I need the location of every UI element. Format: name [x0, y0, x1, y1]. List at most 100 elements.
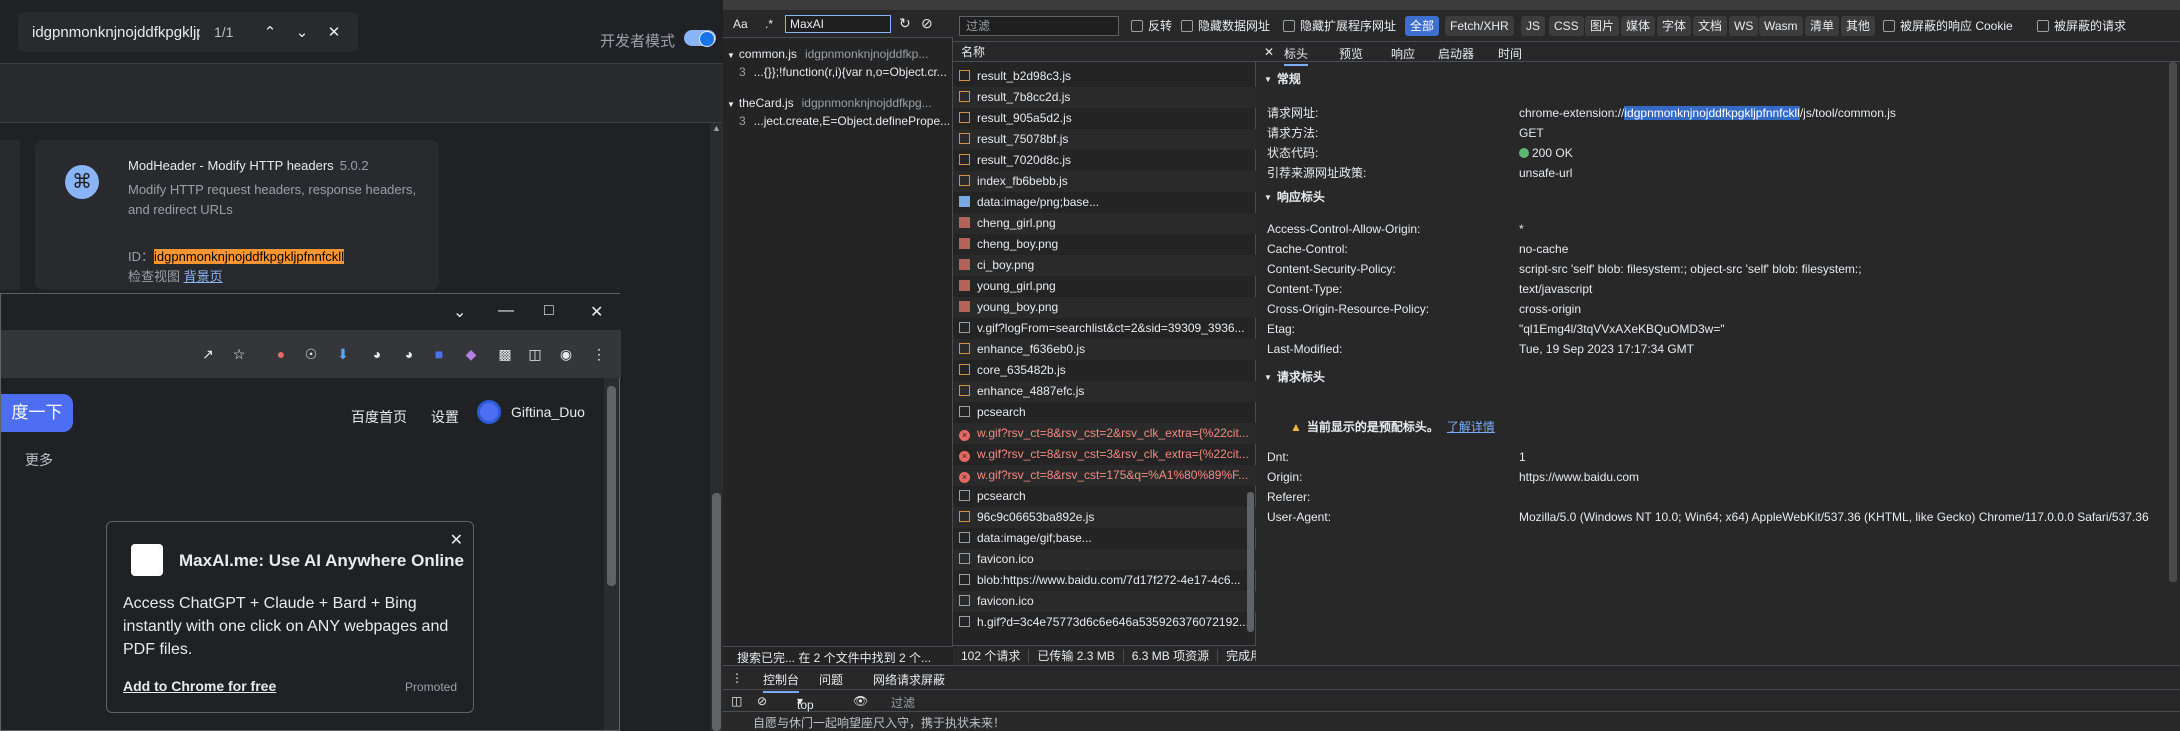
page-scrollbar-right[interactable]: ▲ [710, 123, 723, 731]
profile-icon[interactable]: ◉ [556, 344, 576, 364]
clear-icon[interactable]: ⊘ [921, 15, 933, 32]
request-row[interactable]: young_boy.png [953, 297, 1256, 318]
find-input[interactable]: idgpnmonknjnojddfkpgkljpfnf [32, 24, 200, 41]
tab-request-blocking[interactable]: 网络请求屏蔽 [873, 671, 945, 688]
page-scrollbar[interactable] [604, 378, 619, 730]
request-row[interactable]: favicon.ico [953, 549, 1256, 570]
request-row[interactable]: v.gif?logFrom=searchlist&ct=2&sid=39309_… [953, 318, 1256, 339]
filter-input[interactable]: 过滤 [959, 16, 1119, 36]
request-row[interactable]: core_635482b.js [953, 360, 1256, 381]
blocked-requests-checkbox[interactable]: 被屏蔽的请求 [2037, 17, 2126, 34]
request-row[interactable]: blob:https://www.baidu.com/7d17f272-4e17… [953, 570, 1256, 591]
puzzle-icon[interactable]: ▩ [495, 344, 515, 364]
request-row[interactable]: cheng_boy.png [953, 234, 1256, 255]
tab-response[interactable]: 响应 [1391, 45, 1415, 62]
search-input[interactable]: MaxAI [785, 15, 891, 33]
search-button[interactable]: 度一下 [1, 394, 73, 432]
column-header-name[interactable]: 名称 [953, 42, 1256, 62]
hide-extension-urls-checkbox[interactable]: 隐藏扩展程序网址 [1283, 17, 1396, 34]
type-filter-media[interactable]: 媒体 [1621, 16, 1656, 36]
search-result-file[interactable]: ▼ theCard.js idgpnmonknjnojddfkpg... [723, 96, 953, 110]
invert-checkbox[interactable]: 反转 [1131, 17, 1172, 34]
request-row[interactable]: result_75078bf.js [953, 129, 1256, 150]
eye-icon[interactable]: 👁 [853, 694, 868, 708]
type-filter-ws[interactable]: WS [1729, 16, 1759, 36]
adblock-icon[interactable]: ● [271, 344, 291, 364]
scroll-up-icon[interactable]: ▲ [712, 123, 721, 133]
type-filter-js[interactable]: JS [1521, 16, 1546, 36]
scrollbar-thumb[interactable] [2169, 62, 2177, 582]
request-row[interactable]: favicon.ico [953, 591, 1256, 612]
request-row[interactable]: result_905a5d2.js [953, 108, 1256, 129]
glasses-icon[interactable]: ☉ [301, 344, 321, 364]
type-filter-doc[interactable]: 文档 [1693, 16, 1728, 36]
request-row[interactable]: × w.gif?rsv_ct=8&rsv_cst=3&rsv_clk_extra=… [953, 444, 1256, 465]
tab-issues[interactable]: 问题 [819, 671, 843, 688]
request-row[interactable]: enhance_4887efc.js [953, 381, 1256, 402]
type-filter-all[interactable]: 全部 [1405, 16, 1440, 36]
star-icon[interactable]: ☆ [229, 344, 249, 364]
user-menu[interactable]: Giftina_Duo [477, 400, 585, 424]
menu-icon[interactable]: ⋮ [589, 344, 609, 364]
request-row[interactable]: × w.gif?rsv_ct=8&rsv_cst=2&rsv_clk_extra=… [953, 423, 1256, 444]
hide-data-urls-checkbox[interactable]: 隐藏数据网址 [1181, 17, 1270, 34]
search-result-file[interactable]: ▼ common.js idgpnmonknjnojddfkp... [723, 47, 953, 61]
request-row[interactable]: pcsearch [953, 402, 1256, 423]
extension-c-icon[interactable]: ■ [429, 344, 449, 364]
chevron-down-icon[interactable]: ⌄ [286, 23, 318, 41]
request-row[interactable]: young_girl.png [953, 276, 1256, 297]
type-filter-img[interactable]: 图片 [1585, 16, 1620, 36]
type-filter-manifest[interactable]: 清单 [1805, 16, 1840, 36]
clear-console-icon[interactable]: ⊘ [757, 694, 767, 708]
more-link[interactable]: 更多 [25, 450, 53, 470]
request-row[interactable]: result_7b8cc2d.js [953, 87, 1256, 108]
nav-home-link[interactable]: 百度首页 [351, 409, 407, 425]
request-row[interactable]: result_b2d98c3.js [953, 66, 1256, 87]
scrollbar-thumb[interactable] [712, 493, 721, 731]
request-row[interactable]: 96c9c06653ba892e.js [953, 507, 1256, 528]
detail-scrollbar[interactable] [2167, 62, 2179, 665]
background-page-link[interactable]: 背景页 [184, 269, 223, 284]
general-section-title[interactable]: 常规 [1264, 70, 1301, 87]
request-headers-title[interactable]: 请求标头 [1264, 368, 1325, 385]
request-row[interactable]: h.gif?d=3c4e75773d6c6e646a53592637607219… [953, 612, 1256, 633]
search-result-match[interactable]: 3 ...{}};!function(r,i){var n,o=Object.cr… [723, 65, 953, 79]
add-to-chrome-link[interactable]: Add to Chrome for free [123, 678, 276, 694]
sidebar-icon[interactable]: ◫ [525, 344, 545, 364]
match-case-toggle[interactable]: Aa [733, 17, 748, 31]
nav-settings-link[interactable]: 设置 [431, 409, 459, 425]
search-result-match[interactable]: 3 ...ject.create,E=Object.definePrope... [723, 114, 953, 128]
tab-headers[interactable]: 标头 [1284, 45, 1309, 66]
refresh-icon[interactable]: ↻ [899, 15, 911, 32]
request-row[interactable]: data:image/png;base... [953, 192, 1256, 213]
response-headers-title[interactable]: 响应标头 [1264, 188, 1325, 205]
download-icon[interactable]: ⬇ [333, 344, 353, 364]
scrollbar-thumb[interactable] [1247, 492, 1254, 632]
maximize-icon[interactable]: □ [544, 302, 554, 320]
blocked-cookies-checkbox[interactable]: 被屏蔽的响应 Cookie [1883, 17, 2013, 34]
extension-a-icon[interactable]: ◕ [367, 344, 387, 364]
type-filter-wasm[interactable]: Wasm [1759, 16, 1803, 36]
extension-d-icon[interactable]: ◆ [461, 344, 481, 364]
close-icon[interactable]: ✕ [318, 23, 350, 41]
request-row[interactable]: ci_boy.png [953, 255, 1256, 276]
request-row[interactable]: index_fb6bebb.js [953, 171, 1256, 192]
context-select[interactable]: top ▾ [797, 694, 814, 712]
type-filter-font[interactable]: 字体 [1657, 16, 1692, 36]
close-icon[interactable]: ✕ [450, 530, 463, 550]
request-row[interactable]: data:image/gif;base... [953, 528, 1256, 549]
minimize-icon[interactable]: — [498, 302, 514, 320]
close-window-icon[interactable]: ✕ [590, 302, 603, 322]
tab-preview[interactable]: 预览 [1339, 45, 1363, 62]
request-row[interactable]: × w.gif?rsv_ct=8&rsv_cst=175&q=%A1%80%89%… [953, 465, 1256, 486]
drawer-menu-icon[interactable]: ⋮ [731, 671, 743, 685]
request-row[interactable]: pcsearch [953, 486, 1256, 507]
close-icon[interactable]: ✕ [1264, 45, 1274, 59]
request-row[interactable]: enhance_f636eb0.js [953, 339, 1256, 360]
extension-b-icon[interactable]: ◕ [399, 344, 419, 364]
learn-more-link[interactable]: 了解详情 [1447, 420, 1495, 434]
request-row[interactable]: cheng_girl.png [953, 213, 1256, 234]
dev-mode-toggle[interactable] [684, 30, 716, 47]
chevron-up-icon[interactable]: ⌃ [254, 23, 286, 41]
tab-initiator[interactable]: 启动器 [1438, 45, 1474, 62]
